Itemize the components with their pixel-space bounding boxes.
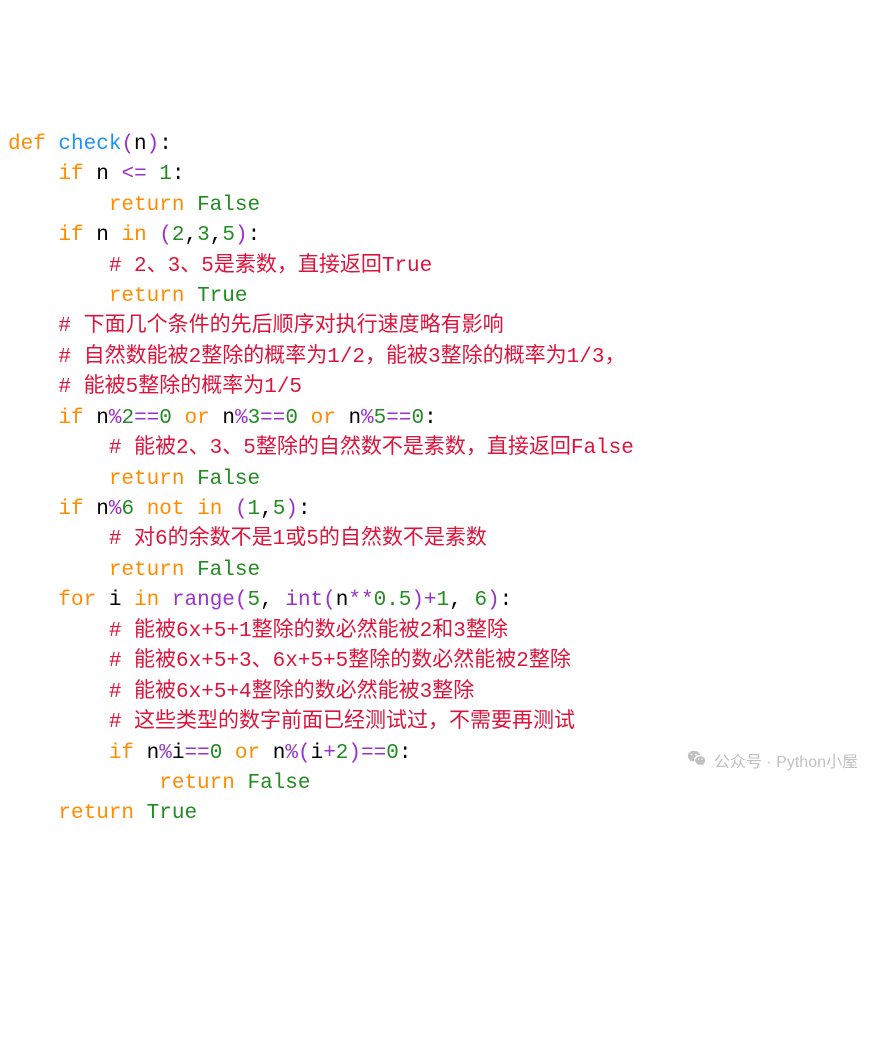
colon: : (159, 133, 172, 156)
watermark: 公众号 · Python小屋 (668, 724, 858, 800)
comment: # 对6的余数不是1或5的自然数不是素数 (109, 528, 487, 551)
keyword-for: for (58, 589, 96, 612)
comment: # 能被6x+5+3、6x+5+5整除的数必然能被2整除 (109, 650, 571, 673)
builtin-range: range (172, 589, 235, 612)
const-true: True (197, 285, 247, 308)
comment: # 能被5整除的概率为1/5 (58, 376, 302, 399)
comment: # 能被2、3、5整除的自然数不是素数，直接返回False (109, 437, 634, 460)
paren-open: ( (121, 133, 134, 156)
param-n: n (134, 133, 147, 156)
keyword-if: if (58, 163, 83, 186)
comment: # 自然数能被2整除的概率为1/2，能被3整除的概率为1/3， (58, 346, 625, 369)
watermark-text: 公众号 · Python小屋 (714, 751, 858, 774)
comment: # 这些类型的数字前面已经测试过，不需要再测试 (109, 711, 575, 734)
comment: # 能被6x+5+1整除的数必然能被2和3整除 (109, 620, 508, 643)
keyword-def: def (8, 133, 46, 156)
function-name: check (58, 133, 121, 156)
comment: # 2、3、5是素数，直接返回True (109, 255, 432, 278)
keyword-return: return (109, 194, 185, 217)
builtin-int: int (285, 589, 323, 612)
wechat-icon (668, 724, 708, 800)
paren-close: ) (147, 133, 160, 156)
comment: # 下面几个条件的先后顺序对执行速度略有影响 (58, 315, 503, 338)
const-false: False (197, 194, 260, 217)
comment: # 能被6x+5+4整除的数必然能被3整除 (109, 681, 474, 704)
